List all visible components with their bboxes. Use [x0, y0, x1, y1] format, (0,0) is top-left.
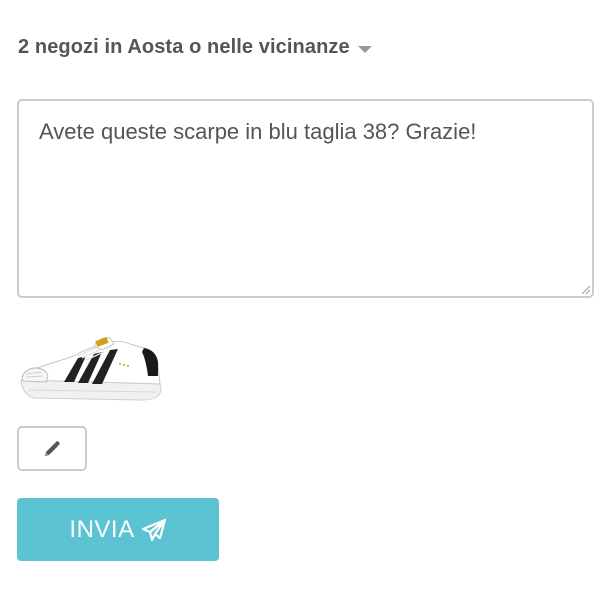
pencil-icon: [45, 440, 60, 456]
send-button-label: INVIA: [69, 515, 135, 543]
store-selector-dropdown[interactable]: 2 negozi in Aosta o nelle vicinanze: [18, 36, 372, 59]
send-button[interactable]: INVIA: [17, 498, 219, 561]
message-textarea-container: Avete queste scarpe in blu taglia 38? Gr…: [17, 99, 594, 298]
store-selector-label: 2 negozi in Aosta o nelle vicinanze: [18, 36, 350, 58]
sneaker-image: [20, 337, 162, 401]
message-textarea[interactable]: Avete queste scarpe in blu taglia 38? Gr…: [19, 101, 592, 296]
contact-store-form: 2 negozi in Aosta o nelle vicinanze Avet…: [0, 0, 612, 599]
edit-button[interactable]: [17, 426, 87, 471]
caret-down-icon: [357, 45, 372, 53]
paper-plane-icon: [141, 518, 167, 542]
resize-grip-icon[interactable]: [580, 284, 590, 294]
